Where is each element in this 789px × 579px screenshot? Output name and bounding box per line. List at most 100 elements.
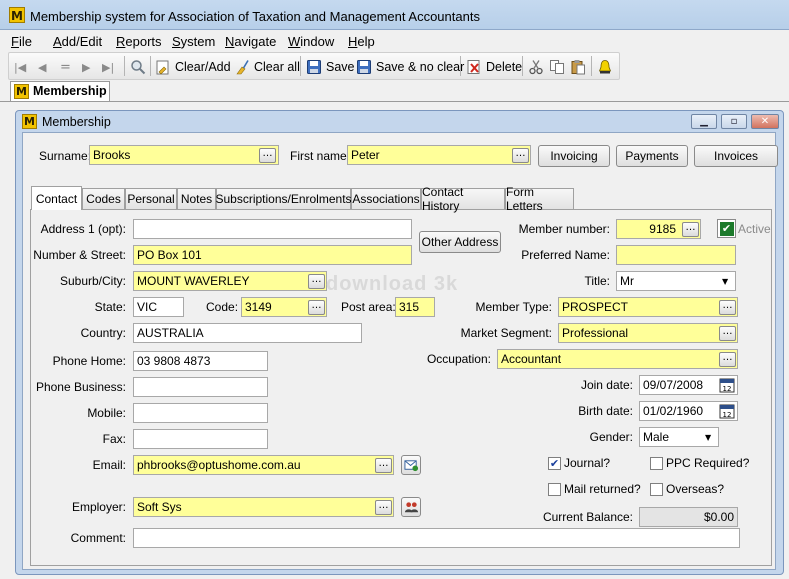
birth-date-label: Birth date: xyxy=(578,404,633,418)
first-name-lookup-button[interactable]: … xyxy=(512,148,529,163)
menu-system[interactable]: System xyxy=(172,34,215,49)
fax-field[interactable] xyxy=(133,429,268,449)
menu-window-mnemonic: W xyxy=(288,34,301,49)
mobile-field[interactable] xyxy=(133,403,268,423)
cut-button[interactable] xyxy=(528,58,544,76)
occupation-lookup-button[interactable]: … xyxy=(719,352,736,367)
active-label: Active xyxy=(738,222,771,236)
title-select[interactable]: Mr xyxy=(616,271,736,291)
toolbar-separator xyxy=(460,56,461,76)
close-button[interactable]: ✕ xyxy=(751,114,779,129)
clear-all-label: Clear all xyxy=(254,60,300,74)
tab-codes[interactable]: Codes xyxy=(82,188,125,209)
restore-button[interactable]: ▫ xyxy=(721,114,747,129)
country-field[interactable]: AUSTRALIA xyxy=(133,323,362,343)
menu-help[interactable]: Help xyxy=(348,34,375,49)
email-field[interactable]: phbrooks@optushome.com.au xyxy=(133,455,394,475)
tab-associations[interactable]: Associations xyxy=(351,188,421,209)
overseas-checkbox[interactable] xyxy=(650,483,663,496)
tab-form-letters[interactable]: Form Letters xyxy=(505,185,574,213)
employer-contacts-button[interactable] xyxy=(401,497,421,517)
employer-lookup-button[interactable]: … xyxy=(375,500,392,515)
save-button[interactable]: Save xyxy=(306,58,355,76)
menu-window[interactable]: Window xyxy=(288,34,334,49)
title-dropdown-arrow-icon[interactable]: ▼ xyxy=(722,277,728,286)
mail-returned-checkbox[interactable] xyxy=(548,483,561,496)
number-street-field[interactable]: PO Box 101 xyxy=(133,245,412,265)
gender-label: Gender: xyxy=(589,430,633,444)
menu-navigate[interactable]: Navigate xyxy=(225,34,276,49)
comment-field[interactable] xyxy=(133,528,740,548)
suburb-field[interactable]: MOUNT WAVERLEY xyxy=(133,271,327,291)
clear-all-button[interactable]: Clear all xyxy=(234,58,300,76)
address1-field[interactable] xyxy=(133,219,412,239)
next-record-icon[interactable]: ▶ xyxy=(82,58,90,76)
country-label: Country: xyxy=(80,326,126,340)
first-name-field[interactable]: Peter xyxy=(347,145,531,165)
journal-checkbox[interactable]: ✔ xyxy=(548,457,561,470)
minimize-button[interactable]: ▁ xyxy=(691,114,717,129)
save-no-clear-label: Save & no clear xyxy=(376,60,465,74)
previous-record-icon[interactable]: ◀ xyxy=(38,58,46,76)
save-no-clear-button[interactable]: Save & no clear xyxy=(356,58,464,76)
member-type-label: Member Type: xyxy=(475,300,552,314)
suburb-lookup-button[interactable]: … xyxy=(308,274,325,289)
membership-window-title: Membership xyxy=(42,115,111,129)
payments-button[interactable]: Payments xyxy=(616,145,688,167)
calendar-icon[interactable]: 12 xyxy=(719,403,735,419)
menu-file[interactable]: File xyxy=(11,34,32,49)
current-balance-label: Current Balance: xyxy=(542,510,633,524)
invoicing-button[interactable]: Invoicing xyxy=(538,145,610,167)
menu-help-label: elp xyxy=(357,34,375,49)
toolbar-separator xyxy=(150,56,151,76)
menu-reports-label: eports xyxy=(125,34,162,49)
member-number-lookup-button[interactable]: … xyxy=(682,222,699,237)
calendar-icon[interactable]: 12 xyxy=(719,377,735,393)
state-field[interactable]: VIC xyxy=(133,297,184,317)
paste-button[interactable] xyxy=(570,58,586,76)
clear-add-button[interactable]: Clear/Add xyxy=(155,58,231,76)
copy-button[interactable] xyxy=(549,58,565,76)
equal-record-icon[interactable]: = xyxy=(60,58,71,76)
member-type-lookup-button[interactable]: … xyxy=(719,300,736,315)
market-segment-field[interactable]: Professional xyxy=(558,323,738,343)
preferred-name-field[interactable] xyxy=(616,245,736,265)
menu-add-edit[interactable]: Add/Edit xyxy=(53,34,102,49)
menu-reports[interactable]: Reports xyxy=(116,34,162,49)
first-record-icon[interactable]: |◀ xyxy=(14,58,26,76)
tab-personal[interactable]: Personal xyxy=(125,188,177,209)
last-record-icon[interactable]: ▶| xyxy=(102,58,114,76)
state-label: State: xyxy=(94,300,126,314)
occupation-label: Occupation: xyxy=(426,352,491,366)
email-lookup-button[interactable]: … xyxy=(375,458,392,473)
market-segment-lookup-button[interactable]: … xyxy=(719,326,736,341)
member-type-field[interactable]: PROSPECT xyxy=(558,297,738,317)
surname-field[interactable]: Brooks xyxy=(89,145,279,165)
invoices-button[interactable]: Invoices xyxy=(694,145,778,167)
comment-label: Comment: xyxy=(70,531,126,545)
checkmark-icon: ✔ xyxy=(719,221,734,236)
tab-subscriptions-enrolments[interactable]: Subscriptions/Enrolments xyxy=(215,188,352,209)
active-checkbox[interactable]: ✔ xyxy=(717,219,736,238)
delete-button[interactable]: Delete xyxy=(466,58,522,76)
clipboard-icon xyxy=(571,60,585,75)
surname-lookup-button[interactable]: … xyxy=(259,148,276,163)
tab-contact-history[interactable]: Contact History xyxy=(421,185,505,213)
alert-button[interactable] xyxy=(597,58,613,76)
code-lookup-button[interactable]: … xyxy=(308,300,325,315)
phone-business-field[interactable] xyxy=(133,377,268,397)
gender-dropdown-arrow-icon[interactable]: ▼ xyxy=(705,433,711,442)
phone-home-field[interactable]: 03 9808 4873 xyxy=(133,351,268,371)
ppc-required-checkbox[interactable] xyxy=(650,457,663,470)
send-email-button[interactable] xyxy=(401,455,421,475)
tab-notes[interactable]: Notes xyxy=(177,188,216,209)
find-button[interactable] xyxy=(130,58,146,76)
tab-contact[interactable]: Contact xyxy=(31,186,82,210)
minimize-icon: ▁ xyxy=(700,116,708,127)
gender-value: Male xyxy=(643,430,670,444)
occupation-field[interactable]: Accountant xyxy=(497,349,738,369)
toolbar-separator xyxy=(522,56,523,76)
menu-window-label: indow xyxy=(300,34,335,49)
menu-navigate-mnemonic: N xyxy=(225,34,235,49)
employer-field[interactable]: Soft Sys xyxy=(133,497,394,517)
